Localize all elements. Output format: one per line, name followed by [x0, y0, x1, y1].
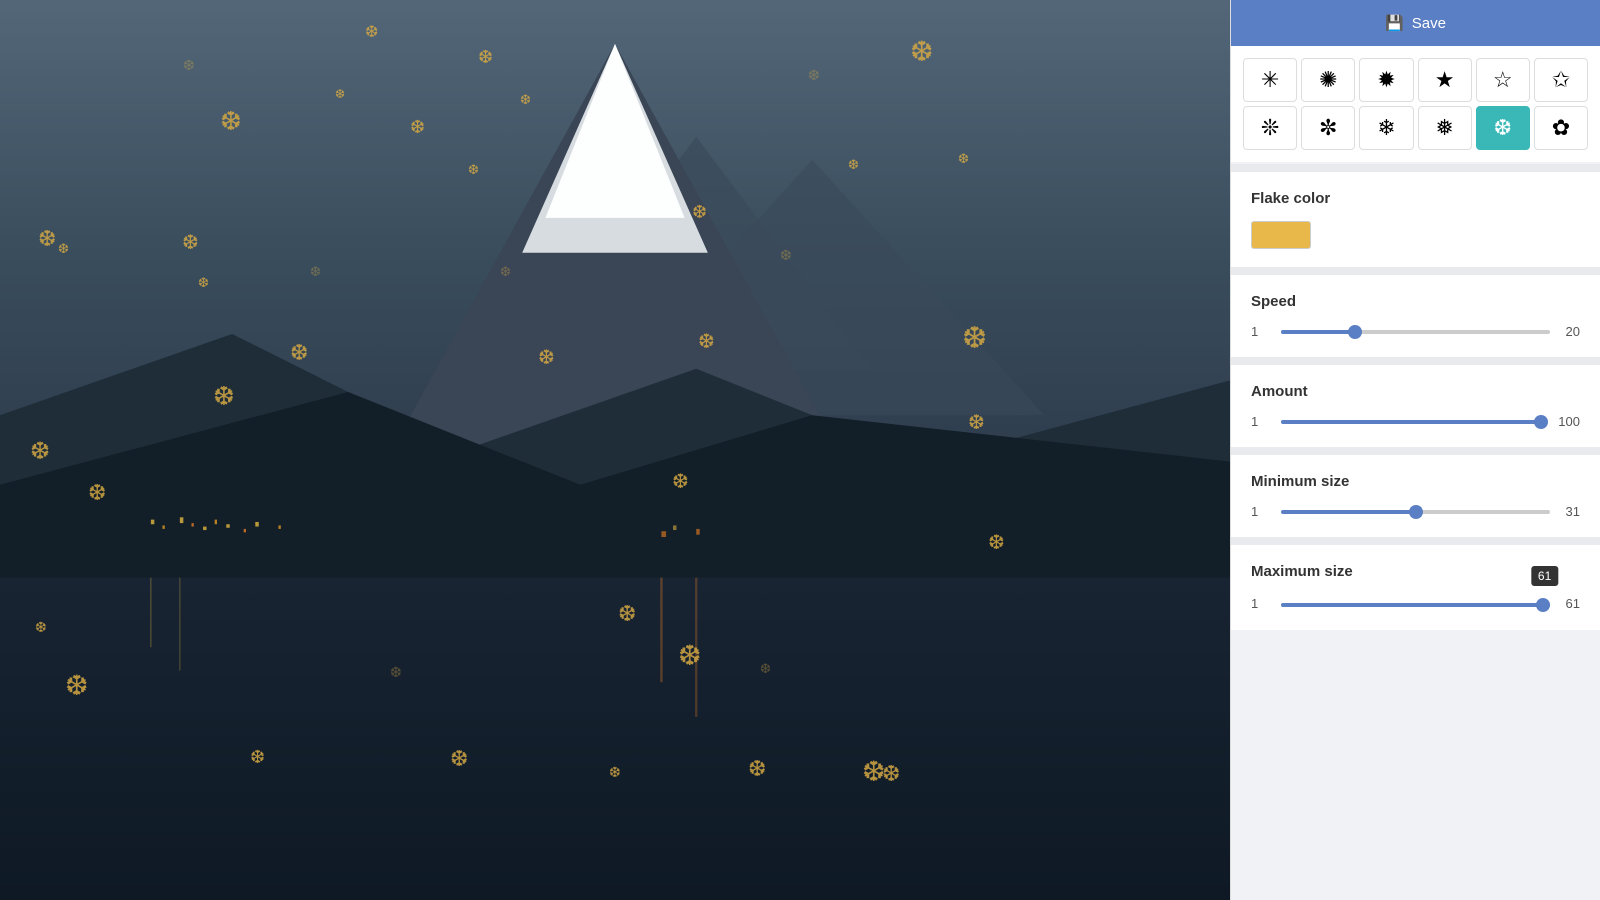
divider-5 [1231, 537, 1600, 545]
save-button[interactable]: 💾 Save [1231, 0, 1600, 46]
shape-grid: ✳ ✺ ✹ ★ ☆ ✩ ❊ ✼ ❄ ❅ ❆ ✿ [1231, 46, 1600, 162]
flake: ❆ [88, 482, 106, 504]
flake-color-title: Flake color [1251, 190, 1580, 207]
flake: ❆ [500, 265, 511, 278]
flake: ❆ [988, 533, 1005, 553]
min-size-title: Minimum size [1251, 473, 1580, 490]
amount-max-label: 100 [1558, 414, 1580, 429]
min-size-section: Minimum size 1 31 [1231, 455, 1600, 537]
flake: ❆ [958, 152, 969, 165]
save-icon: 💾 [1385, 14, 1404, 32]
flake: ❆ [390, 665, 402, 679]
amount-slider[interactable] [1281, 420, 1548, 424]
min-size-slider[interactable] [1281, 510, 1550, 514]
shape-btn-snow4[interactable]: ❅ [1418, 106, 1472, 150]
flake: ❆ [609, 765, 621, 779]
flake: ❆ [183, 58, 195, 72]
speed-title: Speed [1251, 293, 1580, 310]
flake-color-swatch[interactable] [1251, 221, 1311, 249]
max-size-title: Maximum size [1251, 563, 1580, 580]
amount-slider-row: 1 100 [1251, 414, 1580, 429]
speed-section: Speed 1 20 [1231, 275, 1600, 357]
speed-max-label: 20 [1560, 324, 1580, 339]
flake: ❆ [290, 342, 308, 364]
divider-3 [1231, 357, 1600, 365]
shape-btn-snow3[interactable]: ❄ [1359, 106, 1413, 150]
shape-btn-star-outline2[interactable]: ✩ [1534, 58, 1588, 102]
shape-btn-snow1[interactable]: ❊ [1243, 106, 1297, 150]
flake: ❆ [808, 68, 820, 82]
shape-btn-snow2[interactable]: ✼ [1301, 106, 1355, 150]
shape-btn-snow5[interactable]: ❆ [1476, 106, 1530, 150]
flake: ❆ [698, 332, 715, 352]
shape-btn-snow6[interactable]: ✿ [1534, 106, 1588, 150]
max-size-slider[interactable] [1281, 603, 1550, 607]
flake: ❆ [182, 233, 199, 253]
flake: ❆ [30, 440, 50, 464]
shape-btn-asterisk6[interactable]: ✺ [1301, 58, 1355, 102]
flake: ❆ [35, 620, 47, 634]
canvas-area: ❆ ❆ ❆ ❆ ❆ ❆ ❆ ❆ ❆ ❆ ❆ ❆ ❆ ❆ ❆ ❆ ❆ ❆ ❆ ❆ ❆ ❆ ❆ ❆ ❆ ❆ ❆ ❆ ❆ ❆ ❆ ❆ ❆ ❆ ❆ ❆ ❆ ❆ ❆ ❆… [0, 0, 1230, 900]
speed-min-label: 1 [1251, 324, 1271, 339]
speed-slider[interactable] [1281, 330, 1550, 334]
shape-btn-asterisk[interactable]: ✳ [1243, 58, 1297, 102]
min-size-min-label: 1 [1251, 504, 1271, 519]
flake-color-section: Flake color [1231, 172, 1600, 267]
flake: ❆ [910, 38, 933, 66]
flake: ❆ [213, 383, 235, 409]
amount-section: Amount 1 100 [1231, 365, 1600, 447]
flake: ❆ [198, 276, 209, 289]
flake: ❆ [678, 642, 701, 670]
amount-title: Amount [1251, 383, 1580, 400]
flake: ❆ [38, 228, 56, 250]
divider-1 [1231, 164, 1600, 172]
flake: ❆ [220, 108, 242, 134]
flake: ❆ [335, 88, 345, 100]
max-size-max-label: 61 [1560, 596, 1580, 611]
flake: ❆ [780, 248, 792, 262]
flake: ❆ [968, 413, 985, 433]
flake: ❆ [410, 118, 425, 136]
flake: ❆ [250, 748, 265, 766]
flake: ❆ [58, 242, 69, 255]
flake: ❆ [468, 163, 479, 176]
shape-btn-splat[interactable]: ✹ [1359, 58, 1413, 102]
flake: ❆ [618, 603, 636, 625]
amount-min-label: 1 [1251, 414, 1271, 429]
flake: ❆ [520, 93, 531, 106]
sidebar: 💾 Save ✳ ✺ ✹ ★ ☆ ✩ ❊ ✼ ❄ ❅ ❆ ✿ Flake col… [1230, 0, 1600, 900]
flake: ❆ [748, 758, 766, 780]
shape-btn-star-outline[interactable]: ☆ [1476, 58, 1530, 102]
flake: ❆ [760, 662, 771, 675]
flake: ❆ [962, 324, 987, 354]
max-size-tooltip-wrapper: 61 [1281, 594, 1550, 612]
save-label: Save [1412, 15, 1446, 32]
flake: ❆ [478, 48, 493, 66]
flake: ❆ [450, 748, 468, 770]
max-size-slider-row: 1 61 61 [1251, 594, 1580, 612]
divider-2 [1231, 267, 1600, 275]
speed-slider-row: 1 20 [1251, 324, 1580, 339]
flake: ❆ [365, 25, 378, 41]
flake: ❆ [848, 158, 859, 171]
min-size-max-label: 31 [1560, 504, 1580, 519]
flake: ❆ [538, 348, 555, 368]
flake: ❆ [672, 472, 689, 492]
max-size-section: Maximum size 1 61 61 [1231, 545, 1600, 630]
flake: ❆ [882, 763, 900, 785]
flake: ❆ [65, 672, 88, 700]
divider-4 [1231, 447, 1600, 455]
shape-btn-star-filled[interactable]: ★ [1418, 58, 1472, 102]
flake: ❆ [692, 203, 707, 221]
flake: ❆ [310, 265, 321, 278]
min-size-slider-row: 1 31 [1251, 504, 1580, 519]
max-size-min-label: 1 [1251, 596, 1271, 611]
